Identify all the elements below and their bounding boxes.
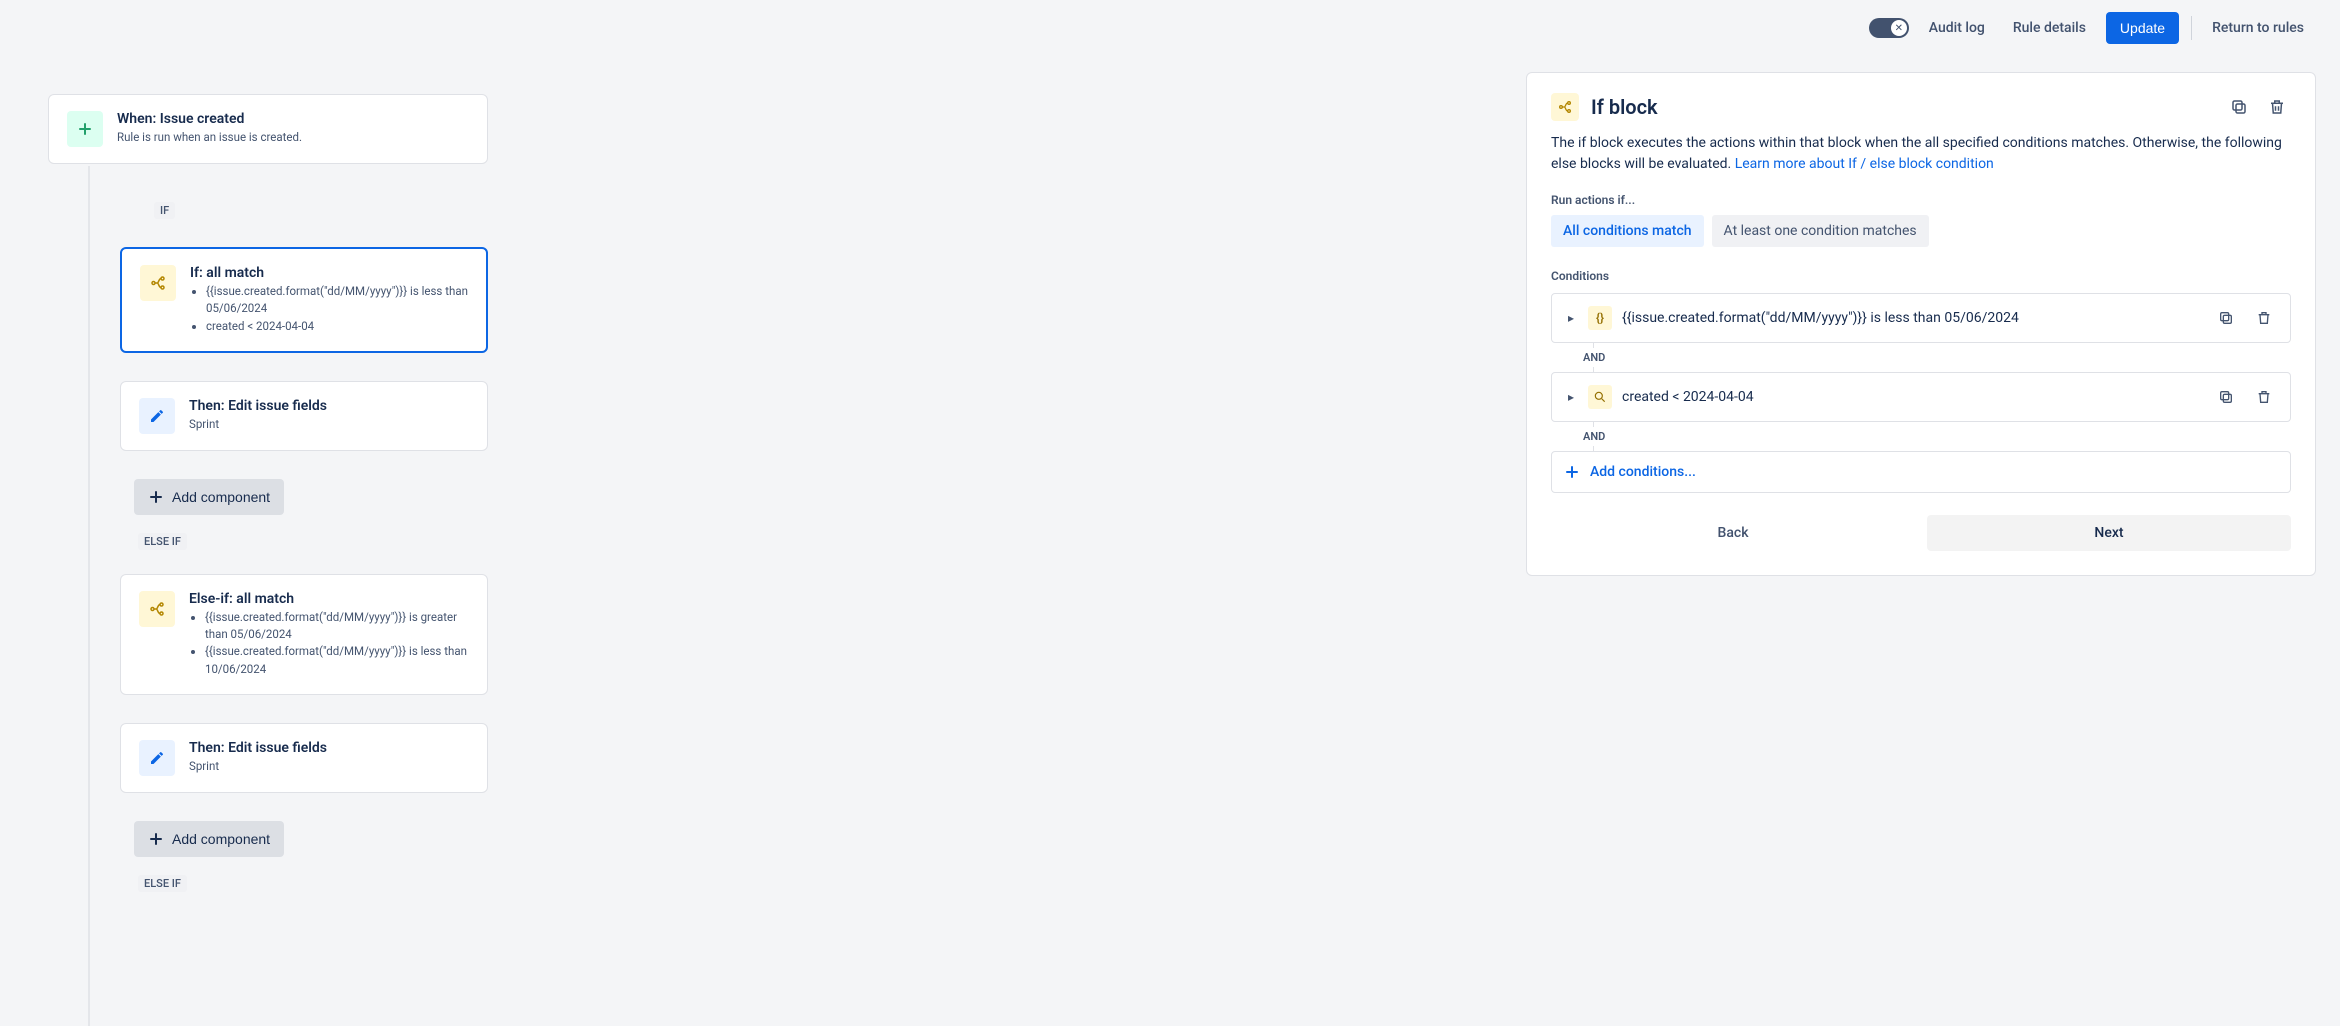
back-button[interactable]: Back bbox=[1551, 515, 1915, 551]
pencil-icon bbox=[139, 740, 175, 776]
audit-log-link[interactable]: Audit log bbox=[1921, 14, 1993, 42]
delete-button[interactable] bbox=[2263, 93, 2291, 121]
duplicate-condition-button[interactable] bbox=[2212, 304, 2240, 332]
if-title: If: all match bbox=[190, 265, 468, 281]
then-edit-card-1[interactable]: Then: Edit issue fields Sprint bbox=[120, 381, 488, 451]
elseif-block-card[interactable]: Else-if: all match {{issue.created.forma… bbox=[120, 574, 488, 695]
duplicate-condition-button[interactable] bbox=[2212, 383, 2240, 411]
condition-2-text: created < 2024-04-04 bbox=[1622, 389, 2202, 405]
update-button[interactable]: Update bbox=[2106, 12, 2179, 44]
chevron-right-icon[interactable]: ▸ bbox=[1564, 390, 1578, 404]
rule-enable-toggle[interactable]: ✕ bbox=[1869, 18, 1909, 38]
panel-title: If block bbox=[1591, 95, 1658, 119]
delete-condition-button[interactable] bbox=[2250, 383, 2278, 411]
condition-1-text: {{issue.created.format("dd/MM/yyyy")}} i… bbox=[1622, 310, 2202, 326]
and-connector-2: AND bbox=[1551, 422, 2291, 451]
trigger-title: When: Issue created bbox=[117, 111, 302, 127]
match-mode-selector: All conditions match At least one condit… bbox=[1551, 215, 2291, 247]
add-component-button-1[interactable]: Add component bbox=[134, 479, 284, 515]
tree-connector-line bbox=[88, 166, 90, 1026]
add-component-button-2[interactable]: Add component bbox=[134, 821, 284, 857]
panel-header: If block bbox=[1551, 93, 2291, 121]
rule-tree: When: Issue created Rule is run when an … bbox=[48, 94, 488, 892]
learn-more-link[interactable]: Learn more about If / else block conditi… bbox=[1735, 156, 1994, 172]
add-component-label: Add component bbox=[172, 831, 270, 847]
plus-icon bbox=[67, 111, 103, 147]
elseif-label-2: ELSE IF bbox=[138, 875, 187, 892]
if-block-panel: If block The if block executes the actio… bbox=[1526, 72, 2316, 576]
and-label: AND bbox=[1577, 427, 1611, 446]
plus-icon bbox=[1564, 464, 1580, 480]
trigger-card[interactable]: When: Issue created Rule is run when an … bbox=[48, 94, 488, 164]
smart-value-icon: {} bbox=[1588, 306, 1612, 330]
if-block-card[interactable]: If: all match {{issue.created.format("dd… bbox=[120, 247, 488, 353]
trigger-subtitle: Rule is run when an issue is created. bbox=[117, 129, 302, 146]
add-conditions-button[interactable]: Add conditions... bbox=[1551, 451, 2291, 493]
elseif-title: Else-if: all match bbox=[189, 591, 469, 607]
run-actions-label: Run actions if... bbox=[1551, 193, 2291, 207]
return-to-rules-link[interactable]: Return to rules bbox=[2204, 14, 2312, 42]
then1-title: Then: Edit issue fields bbox=[189, 398, 327, 414]
divider bbox=[2191, 16, 2192, 40]
pencil-icon bbox=[139, 398, 175, 434]
panel-footer: Back Next bbox=[1551, 515, 2291, 551]
elseif-bullet-2: {{issue.created.format("dd/MM/yyyy")}} i… bbox=[205, 643, 469, 678]
panel-description: The if block executes the actions within… bbox=[1551, 133, 2291, 175]
elseif-bullet-1: {{issue.created.format("dd/MM/yyyy")}} i… bbox=[205, 609, 469, 644]
topbar: ✕ Audit log Rule details Update Return t… bbox=[1841, 0, 2340, 56]
condition-row-1[interactable]: ▸ {} {{issue.created.format("dd/MM/yyyy"… bbox=[1551, 293, 2291, 343]
then2-subtitle: Sprint bbox=[189, 758, 327, 775]
and-label: AND bbox=[1577, 348, 1611, 367]
if-label: IF bbox=[154, 202, 175, 219]
if-bullet-2: created < 2024-04-04 bbox=[206, 318, 468, 335]
condition-row-2[interactable]: ▸ created < 2024-04-04 bbox=[1551, 372, 2291, 422]
if-bullets: {{issue.created.format("dd/MM/yyyy")}} i… bbox=[190, 283, 468, 335]
any-condition-chip[interactable]: At least one condition matches bbox=[1712, 215, 1929, 247]
delete-condition-button[interactable] bbox=[2250, 304, 2278, 332]
chevron-right-icon[interactable]: ▸ bbox=[1564, 311, 1578, 325]
elseif-label-1: ELSE IF bbox=[138, 533, 187, 550]
and-connector-1: AND bbox=[1551, 343, 2291, 372]
branch-icon bbox=[140, 265, 176, 301]
then-edit-card-2[interactable]: Then: Edit issue fields Sprint bbox=[120, 723, 488, 793]
then1-subtitle: Sprint bbox=[189, 416, 327, 433]
elseif-bullets: {{issue.created.format("dd/MM/yyyy")}} i… bbox=[189, 609, 469, 678]
toggle-knob-off-icon: ✕ bbox=[1891, 20, 1907, 36]
all-conditions-chip[interactable]: All conditions match bbox=[1551, 215, 1704, 247]
add-conditions-label: Add conditions... bbox=[1590, 464, 1696, 480]
next-button[interactable]: Next bbox=[1927, 515, 2291, 551]
branch-icon bbox=[1551, 93, 1579, 121]
jql-icon bbox=[1588, 385, 1612, 409]
if-bullet-1: {{issue.created.format("dd/MM/yyyy")}} i… bbox=[206, 283, 468, 318]
add-component-label: Add component bbox=[172, 489, 270, 505]
branch-icon bbox=[139, 591, 175, 627]
then2-title: Then: Edit issue fields bbox=[189, 740, 327, 756]
conditions-label: Conditions bbox=[1551, 269, 2291, 283]
rule-details-link[interactable]: Rule details bbox=[2005, 14, 2094, 42]
duplicate-button[interactable] bbox=[2225, 93, 2253, 121]
plus-icon bbox=[148, 489, 164, 505]
plus-icon bbox=[148, 831, 164, 847]
